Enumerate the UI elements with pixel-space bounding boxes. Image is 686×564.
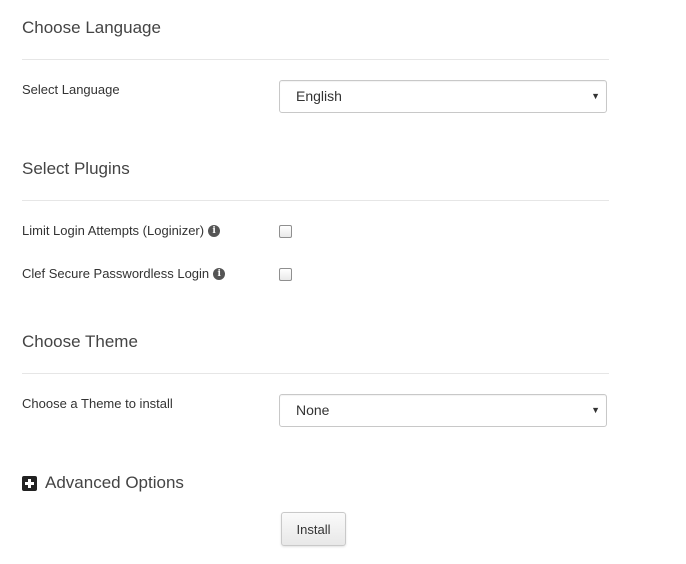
chevron-down-icon: ▼ [591,405,600,415]
plugin-label-loginizer: Limit Login Attempts (Loginizer) i [22,223,221,238]
plugin-checkbox-loginizer[interactable] [279,225,292,238]
plugin-label-text: Clef Secure Passwordless Login [22,266,210,281]
theme-select-label-text: Choose a Theme to install [22,396,173,411]
plugin-label-clef: Clef Secure Passwordless Login i [22,266,226,281]
theme-select-label: Choose a Theme to install [22,396,173,411]
plus-square-icon [22,475,37,491]
info-icon[interactable]: i [208,224,221,237]
language-select[interactable]: English ▼ [279,80,607,113]
select-language-label-text: Select Language [22,82,120,97]
install-button[interactable]: Install [281,512,346,546]
theme-select[interactable]: None ▼ [279,394,607,427]
plugin-checkbox-clef[interactable] [279,268,292,281]
section-title-theme: Choose Theme [22,332,138,351]
advanced-options-toggle[interactable]: Advanced Options [22,473,184,493]
chevron-down-icon: ▼ [591,91,600,101]
plugin-label-text: Limit Login Attempts (Loginizer) [22,223,205,238]
info-icon[interactable]: i [213,267,226,280]
theme-select-value: None [296,402,330,418]
divider [22,59,609,60]
language-select-value: English [296,88,342,104]
select-language-label: Select Language [22,82,120,97]
advanced-options-label: Advanced Options [45,473,184,492]
divider [22,200,609,201]
section-title-plugins: Select Plugins [22,159,130,178]
section-title-language: Choose Language [22,18,161,37]
divider [22,373,609,374]
